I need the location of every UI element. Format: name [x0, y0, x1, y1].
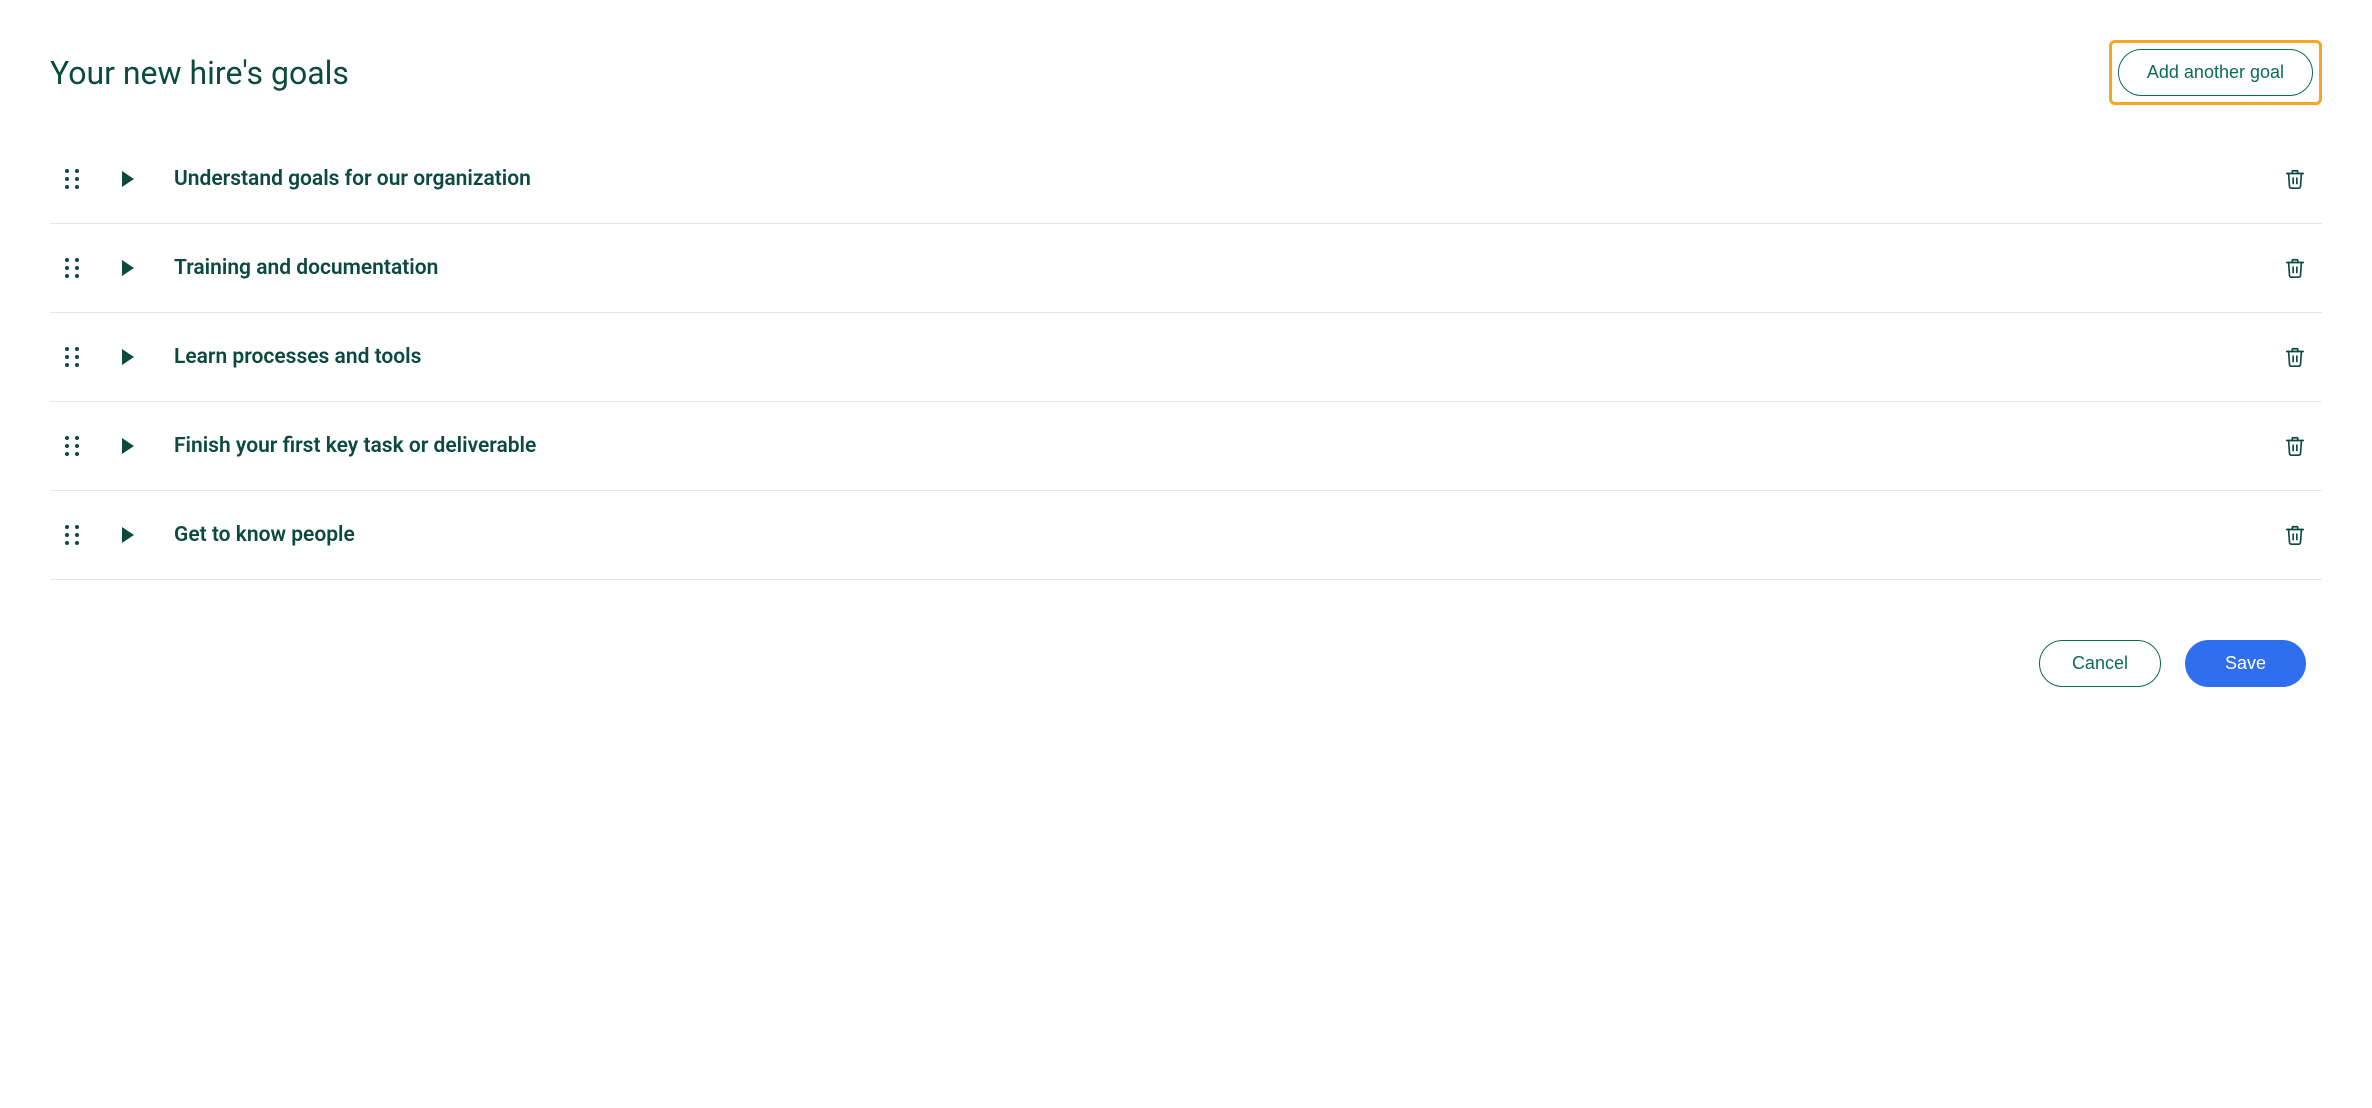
page-title: Your new hire's goals — [50, 54, 349, 92]
drag-handle-icon[interactable] — [62, 434, 82, 458]
footer-actions: Cancel Save — [50, 640, 2322, 687]
goal-row: Training and documentation — [50, 224, 2322, 313]
expand-toggle-icon[interactable] — [122, 349, 134, 365]
trash-icon — [2284, 523, 2306, 547]
goal-row: Learn processes and tools — [50, 313, 2322, 402]
goal-title: Training and documentation — [174, 256, 2280, 280]
trash-icon — [2284, 256, 2306, 280]
delete-goal-button[interactable] — [2280, 341, 2310, 373]
goal-row: Finish your first key task or deliverabl… — [50, 402, 2322, 491]
cancel-button[interactable]: Cancel — [2039, 640, 2161, 687]
drag-handle-icon[interactable] — [62, 167, 82, 191]
expand-toggle-icon[interactable] — [122, 171, 134, 187]
trash-icon — [2284, 434, 2306, 458]
add-goal-highlight: Add another goal — [2109, 40, 2322, 105]
goal-title: Understand goals for our organization — [174, 167, 2280, 191]
delete-goal-button[interactable] — [2280, 252, 2310, 284]
page-header: Your new hire's goals Add another goal — [50, 40, 2322, 105]
goal-row: Get to know people — [50, 491, 2322, 580]
goal-row: Understand goals for our organization — [50, 135, 2322, 224]
goals-list: Understand goals for our organization Tr… — [50, 135, 2322, 580]
delete-goal-button[interactable] — [2280, 519, 2310, 551]
save-button[interactable]: Save — [2185, 640, 2306, 687]
drag-handle-icon[interactable] — [62, 523, 82, 547]
delete-goal-button[interactable] — [2280, 163, 2310, 195]
delete-goal-button[interactable] — [2280, 430, 2310, 462]
drag-handle-icon[interactable] — [62, 256, 82, 280]
trash-icon — [2284, 345, 2306, 369]
expand-toggle-icon[interactable] — [122, 527, 134, 543]
drag-handle-icon[interactable] — [62, 345, 82, 369]
expand-toggle-icon[interactable] — [122, 260, 134, 276]
goal-title: Get to know people — [174, 523, 2280, 547]
expand-toggle-icon[interactable] — [122, 438, 134, 454]
goal-title: Learn processes and tools — [174, 345, 2280, 369]
trash-icon — [2284, 167, 2306, 191]
add-another-goal-button[interactable]: Add another goal — [2118, 49, 2313, 96]
goal-title: Finish your first key task or deliverabl… — [174, 434, 2280, 458]
